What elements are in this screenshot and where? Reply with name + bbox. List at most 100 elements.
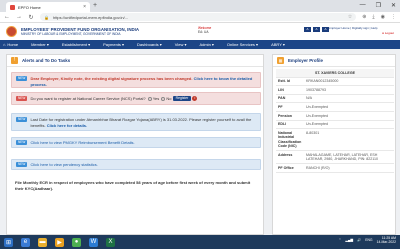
nav-online-services[interactable]: Online Services ▾ (227, 42, 258, 47)
employer-name: ST. XAVIERS COLLEGE (276, 69, 394, 78)
clock[interactable]: 11:25 AM 14-Mar-2022 (377, 236, 396, 245)
lock-icon: 🔒 (44, 14, 49, 20)
profile-title: Employer Profile (288, 58, 323, 63)
bookmark-star-icon[interactable]: ☆ (348, 14, 352, 20)
folder-icon[interactable]: ▬ (38, 237, 47, 247)
row-key: National Industrial Classification Code … (276, 128, 304, 151)
download-icon[interactable]: ⤓ (372, 14, 374, 20)
table-row: Pension Un-Exempted (276, 111, 394, 121)
alert-icon: ! (11, 57, 18, 64)
profile-table: ST. XAVIERS COLLEGE Estt. Id KRKAN0012345… (276, 69, 394, 173)
url-text: https://unifiedportal-mem.epfindia.gov.i… (52, 14, 129, 20)
url-input[interactable]: 🔒 https://unifiedportal-mem.epfindia.gov… (40, 13, 357, 21)
alert-item-pmgky: NEW Click here to view PMGKY Reimburseme… (11, 137, 261, 148)
epfo-logo-icon[interactable] (6, 26, 17, 37)
table-row: PF Office RANCHI (R/O) (276, 163, 394, 173)
register-button[interactable]: Register (172, 96, 192, 102)
row-value: 8-80301 (304, 128, 394, 151)
browser-tab[interactable]: EPFO Home × (6, 2, 90, 12)
nav-member[interactable]: Member ▾ (31, 42, 49, 47)
org-title: EMPLOYEES' PROVIDENT FUND ORGANISATION, … (21, 26, 140, 32)
new-tab-button[interactable]: + (93, 2, 97, 9)
new-badge: NEW (16, 96, 28, 101)
row-value: 1903788793 (304, 85, 394, 95)
alert-text: Do you want to register at National Care… (30, 95, 198, 102)
alert-item-abry: NEW Last Date for registration under Atm… (11, 113, 261, 131)
yes-radio[interactable] (147, 96, 152, 101)
ie-icon[interactable]: e (21, 237, 30, 247)
nav-dashboards[interactable]: Dashboards ▾ (137, 42, 162, 47)
minimize-button[interactable]: — (360, 2, 366, 9)
row-value: KRKAN0012345000 (304, 77, 394, 87)
row-value: MAHALAGAME, LATEHAR, LATEHAR, ESH LATEHA… (304, 150, 394, 164)
nav-payments[interactable]: Payments ▾ (103, 42, 124, 47)
org-subtitle: MINISTRY OF LABOUR & EMPLOYMENT, GOVERNM… (21, 31, 121, 36)
font-medium-button[interactable]: A (313, 27, 320, 32)
font-small-button[interactable]: A (304, 27, 311, 32)
no-radio[interactable] (161, 96, 166, 101)
abry-details-link[interactable]: Click here for details. (47, 123, 87, 128)
nav-home-label: Home (7, 42, 19, 47)
word-icon[interactable]: W (89, 237, 98, 247)
media-player-icon[interactable]: ▶ (55, 237, 64, 247)
nav-view[interactable]: View ▾ (175, 42, 187, 47)
uan-label: EA: UA (198, 30, 209, 34)
tray-arrow-icon[interactable]: ⌃ (339, 238, 342, 242)
clock-date: 14-Mar-2022 (376, 240, 396, 245)
table-row: LIN 1903788793 (276, 85, 394, 95)
no-label: No (166, 95, 172, 101)
nav-admin[interactable]: Admin ▾ (199, 42, 213, 47)
row-value: Un-Exempted (304, 111, 394, 121)
excel-icon[interactable]: X (106, 237, 115, 247)
volume-icon[interactable]: 🔊 (357, 238, 361, 242)
back-arrow-icon[interactable]: ← (4, 14, 10, 20)
logout-link[interactable]: ● Logout (382, 31, 394, 35)
network-icon[interactable]: ▂▄▆ (345, 238, 353, 242)
profile-header: ▦ Employer Profile (273, 55, 395, 67)
info-icon[interactable]: i (192, 96, 198, 102)
main-content: ! Alerts and To Do Tasks NEW Dear Employ… (0, 49, 400, 235)
alert-item-ecr: File Monthly ECR in respect of employees… (11, 177, 261, 195)
row-key: PF (276, 102, 304, 112)
tab-title: EPFO Home (18, 4, 41, 10)
table-row: EDLI Un-Exempted (276, 120, 394, 130)
row-key: Estt. Id (276, 77, 304, 87)
system-tray: ⌃ ▂▄▆ 🔊 ENG 11:25 AM 14-Mar-2022 (339, 236, 396, 245)
alerts-panel-header: ! Alerts and To Do Tasks (7, 55, 263, 67)
pmgky-link[interactable]: Click here to view PMGKY Reimbursement B… (30, 140, 134, 146)
table-row: PAN N/A (276, 94, 394, 104)
start-icon[interactable]: ⊞ (4, 237, 13, 247)
alerts-panel-title: Alerts and To Do Tasks (22, 58, 71, 63)
header-links[interactable]: Employer Home | Digitally sign | Help (328, 26, 377, 30)
building-icon: ▦ (277, 57, 284, 64)
new-badge: NEW (16, 117, 28, 122)
maximize-button[interactable]: ❐ (376, 2, 381, 9)
site-header: EMPLOYEES' PROVIDENT FUND ORGANISATION, … (0, 23, 400, 40)
profile-icon[interactable]: ◉ (381, 14, 385, 20)
address-bar: ← → ↻ 🔒 https://unifiedportal-mem.epfind… (0, 12, 400, 23)
home-icon: ⌂ (3, 42, 6, 47)
row-key: Pension (276, 111, 304, 121)
alerts-panel: ! Alerts and To Do Tasks NEW Dear Employ… (6, 54, 264, 235)
new-badge: NEW (16, 140, 28, 145)
nav-home[interactable]: ⌂ Home (3, 42, 18, 47)
nav-establishment[interactable]: Establishment ▾ (62, 42, 90, 47)
window-controls: — ❐ ✕ (360, 2, 396, 9)
row-key: EDLI (276, 120, 304, 130)
close-window-button[interactable]: ✕ (391, 2, 396, 9)
tab-close-icon[interactable]: × (83, 4, 86, 10)
extensions-icon[interactable]: ⊕ (362, 14, 366, 20)
alert-message: File Monthly ECR in respect of employees… (15, 180, 251, 191)
forward-arrow-icon[interactable]: → (16, 14, 22, 20)
reload-icon[interactable]: ↻ (28, 14, 34, 21)
row-key: LIN (276, 85, 304, 95)
table-row: Estt. Id KRKAN0012345000 (276, 77, 394, 87)
row-value: RANCHI (R/O) (304, 163, 394, 173)
alert-message: Dear Employer, Kindly note, the existing… (30, 76, 193, 81)
menu-icon[interactable]: ⋮ (391, 14, 396, 20)
nav-abry[interactable]: ABRY ▾ (271, 42, 285, 47)
pendency-link[interactable]: Click here to view pendency statistics. (30, 162, 97, 168)
chrome-icon[interactable]: ● (72, 237, 81, 247)
table-row: Address MAHALAGAME, LATEHAR, LATEHAR, ESH… (276, 150, 394, 164)
language-indicator[interactable]: ENG (365, 238, 372, 242)
